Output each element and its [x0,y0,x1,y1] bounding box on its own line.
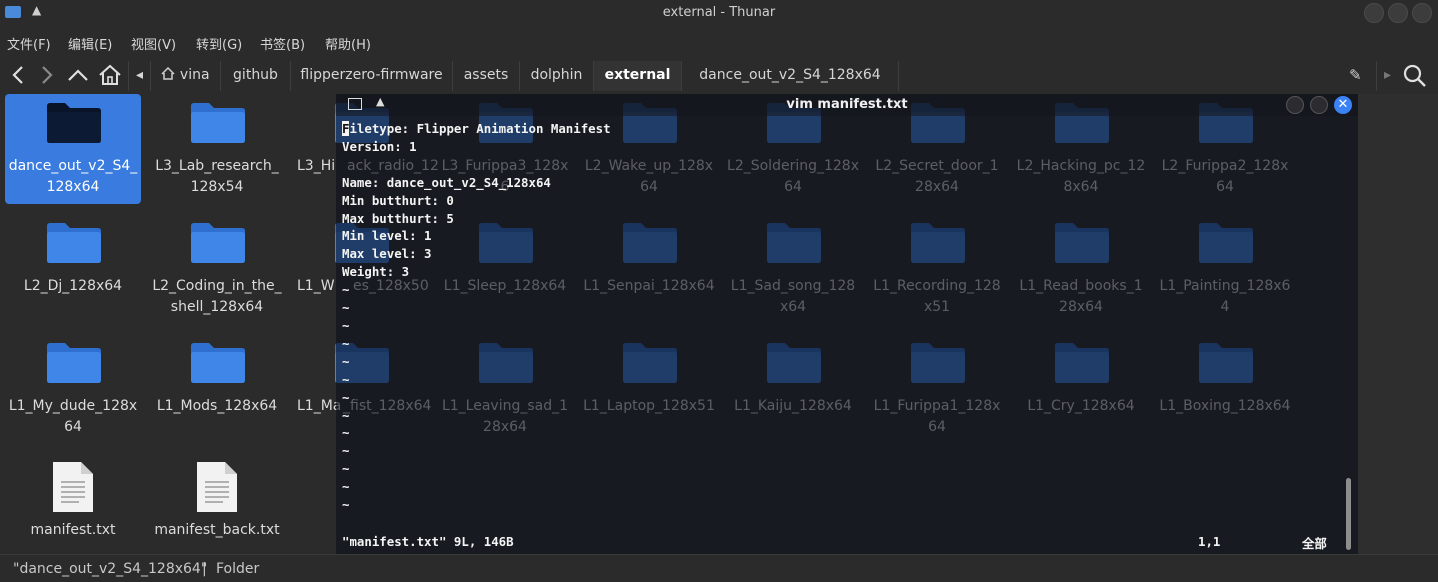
menu-edit[interactable]: 编辑(E) [68,34,112,53]
vim-cursor-position: 1,1 [1198,534,1221,549]
forward-arrow-icon [42,66,53,84]
vim-buffer[interactable]: Filetype: Flipper Animation Manifest Ver… [342,120,611,514]
vim-empty-line: ~ [342,335,350,351]
menu-bookmarks[interactable]: 书签(B) [260,34,305,53]
crumb-home-icon [161,66,175,80]
item-label: manifest_back.txt [154,522,280,538]
vim-empty-line: ~ [342,353,350,369]
vim-empty-line: ~ [342,443,350,459]
back-arrow-icon [12,66,23,84]
file-item[interactable]: manifest_back.txt [149,454,285,554]
item-label: L1_My_dude_128x64 [8,398,138,435]
icon-view-margin [1358,94,1438,554]
terminal-title-bar: ▲ vim manifest.txt ✕ [336,94,1358,116]
vim-line: Min butthurt: 0 [342,192,454,208]
crumb-vina[interactable]: vina [150,61,220,91]
toolbar: ◂ vina github flipperzero-firmware asset… [0,56,1438,94]
menu-bar: 文件(F) 编辑(E) 视图(V) 转到(G) 书签(B) 帮助(H) [0,26,1438,56]
vim-line: Min level: 1 [342,228,432,244]
vim-line: Version: 1 [342,138,417,154]
status-separator: | [202,561,207,577]
status-selection: "dance_out_v2_S4_128x64" [13,561,208,577]
item-label: L2_Coding_in_the_shell_128x64 [152,278,282,315]
breadcrumb-scroll-left-icon[interactable]: ◂ [128,61,150,91]
parent-folder-button[interactable] [64,60,92,90]
vim-empty-line: ~ [342,479,350,495]
folder-item[interactable]: dance_out_v2_S4_128x64 [5,94,141,204]
vim-line: Name: dance_out_v2_S4_128x64 [342,174,551,190]
forward-button[interactable] [33,60,61,90]
crumb-github[interactable]: github [220,61,290,91]
terminal-maximize-button[interactable] [1310,96,1328,114]
folder-icon [47,343,101,383]
vim-line: Max butthurt: 5 [342,210,454,226]
menu-file[interactable]: 文件(F) [7,34,51,53]
text-file-icon [197,462,237,512]
breadcrumb-scroll-right-icon[interactable]: ▸ [1376,61,1398,91]
terminal-title: vim manifest.txt [786,97,908,112]
folder-icon [47,223,101,263]
vim-empty-line: ~ [342,407,350,423]
status-bar: "dance_out_v2_S4_128x64" | Folder [0,554,1438,582]
vim-line: Max level: 3 [342,246,432,262]
item-label: L2_Dj_128x64 [23,278,123,294]
vim-empty-line: ~ [342,371,350,387]
folder-icon [191,223,245,263]
folder-icon [191,343,245,383]
crumb-dolphin[interactable]: dolphin [519,61,593,91]
terminal-close-button[interactable]: ✕ [1334,96,1352,114]
terminal-minimize-button[interactable] [1286,96,1304,114]
window-title: external - Thunar [662,5,776,20]
status-kind: Folder [216,561,260,577]
minimize-button[interactable] [1364,3,1384,23]
vim-empty-line: ~ [342,317,350,333]
folder-item[interactable]: L3_Lab_research_128x54 [149,94,285,204]
terminal-window[interactable]: ▲ vim manifest.txt ✕ Filetype: Flipper A… [336,94,1358,554]
search-icon[interactable] [1402,63,1428,93]
crumb-dance-out[interactable]: dance_out_v2_S4_128x64 [681,61,899,91]
crumb-external[interactable]: external [593,61,681,91]
breadcrumb: ◂ vina github flipperzero-firmware asset… [128,61,1391,91]
vim-status-line: "manifest.txt" 9L, 146B [342,534,514,549]
home-icon [99,64,121,85]
back-button[interactable] [4,60,32,90]
item-label: L3_Lab_research_128x54 [155,158,279,195]
item-label: L1_Mods_128x64 [156,398,278,414]
title-bar: ▲ external - Thunar [0,0,1438,26]
vim-empty-line: ~ [342,497,350,513]
crumb-flipperzero-firmware[interactable]: flipperzero-firmware [290,61,452,91]
menu-view[interactable]: 视图(V) [131,34,176,53]
folder-icon [191,103,245,143]
vim-empty-line: ~ [342,425,350,441]
up-arrow-icon [68,69,88,81]
text-file-icon [53,462,93,512]
folder-item[interactable]: L1_My_dude_128x64 [5,334,141,444]
folder-item[interactable]: L2_Coding_in_the_shell_128x64 [149,214,285,324]
menu-help[interactable]: 帮助(H) [325,34,371,53]
crumb-assets[interactable]: assets [452,61,519,91]
menu-go[interactable]: 转到(G) [196,34,242,53]
folder-item[interactable]: L1_Mods_128x64 [149,334,285,444]
vim-line: Weight: 3 [342,264,410,280]
item-label: manifest.txt [30,522,116,538]
folder-item[interactable]: L2_Dj_128x64 [5,214,141,324]
vim-empty-line: ~ [342,282,350,298]
vim-scroll-indicator: 全部 [1302,536,1327,551]
edit-location-pencil-icon[interactable]: ✎ [1349,66,1362,84]
terminal-scrollbar[interactable] [1346,478,1351,550]
vim-empty-line: ~ [342,461,350,477]
close-button[interactable] [1412,3,1432,23]
maximize-button[interactable] [1388,3,1408,23]
folder-icon [47,103,101,143]
vim-empty-line: ~ [342,389,350,405]
file-item[interactable]: manifest.txt [5,454,141,554]
vim-empty-line: ~ [342,300,350,316]
home-button[interactable] [96,60,124,90]
item-label: dance_out_v2_S4_128x64 [8,158,138,195]
vim-line-1: iletype: Flipper Animation Manifest [349,121,611,136]
